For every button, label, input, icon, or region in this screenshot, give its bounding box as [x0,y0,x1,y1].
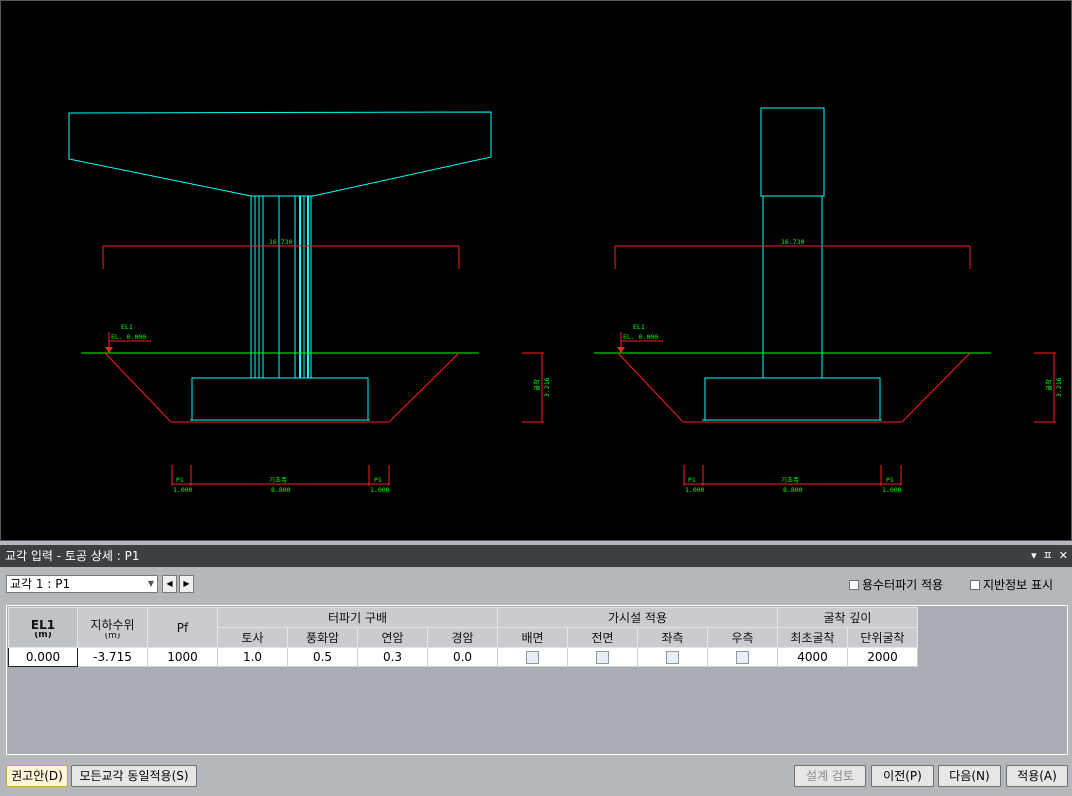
pier-column-right [762,196,823,378]
dim-p1-right-a: P1 [688,476,696,484]
cell-gwl[interactable]: -3.715 [77,647,148,667]
header-el1-text: EL1 [30,617,56,632]
dim-p1-left-a: P1 [176,476,184,484]
header-unit-depth[interactable]: 단위굴착 [847,627,918,648]
nav-prev-button[interactable]: ◀ [162,575,177,593]
el-label-left: EL1 [121,323,133,331]
pier-column-left [250,196,312,378]
chevron-down-icon: ▼ [147,579,154,588]
cell-back[interactable] [497,647,568,667]
dim-footing-left-val: 8.800 [271,486,291,494]
footing-right [704,377,881,421]
cell-soil[interactable]: 1.0 [217,647,288,667]
header-back[interactable]: 배면 [497,627,568,648]
dim-width-right [614,245,971,269]
cell-soft-rock[interactable]: 0.3 [357,647,428,667]
header-front[interactable]: 전면 [567,627,638,648]
ground-info-checkbox-row[interactable]: 지반정보 표시 [970,576,1053,593]
dim-depth-right-sub: 굴착 [1045,379,1053,391]
dim-p1-right-a-val: 1.000 [685,486,705,494]
el-value-right: EL. 0.000 [623,333,658,341]
header-pf[interactable]: Pf [147,607,218,648]
header-left[interactable]: 좌측 [637,627,708,648]
pier-cap-left [68,111,492,197]
cell-left[interactable] [637,647,708,667]
header-right[interactable]: 우측 [707,627,778,648]
dim-width-left-text: 16.730 [269,238,293,246]
panel-controls: ▾ ㅍ ✕ [1031,545,1068,567]
header-el1[interactable]: EL1 (m) [8,607,78,648]
dim-footing-left: 기초폭 [269,475,287,484]
dim-p1-left-a-val: 1.000 [173,486,193,494]
earthwork-grid: EL1 (m) 지하수위 (m) Pf 터파기 구배 가시설 적용 굴착 깊이 … [8,607,918,667]
dim-depth-left-text: 3.216 [543,377,551,397]
dim-depth-right-text: 3.216 [1055,377,1063,397]
panel-title-bar: 교각 입력 - 토공 상세 : P1 ▾ ㅍ ✕ [0,545,1072,567]
dim-p1-left-b: P1 [374,476,382,484]
dim-p1-left-b-val: 1.000 [370,486,390,494]
design-check-button[interactable]: 설계 검토 [794,765,866,787]
table-row: 0.000 -3.715 1000 1.0 0.5 0.3 0.0 4000 2… [8,647,918,667]
dim-footing-right: 기초폭 [781,475,799,484]
data-grid-area: EL1 (m) 지하수위 (m) Pf 터파기 구배 가시설 적용 굴착 깊이 … [6,605,1068,755]
panel-close-icon[interactable]: ✕ [1059,545,1068,567]
water-excavation-checkbox[interactable] [849,579,859,590]
header-weathered[interactable]: 풍화암 [287,627,358,648]
panel-dropdown-icon[interactable]: ▾ [1031,545,1037,567]
header-soft-rock[interactable]: 연암 [357,627,428,648]
drawing-viewport[interactable]: 16.730 EL1 EL. 0.000 P1 1.000 기초폭 8.800 … [0,0,1072,541]
header-gwl[interactable]: 지하수위 (m) [77,607,148,648]
panel-body: 교각 1 : P1 ▼ ◀ ▶ 용수터파기 적용 지반정보 표시 EL1 (m) [0,567,1072,796]
cell-unit-depth[interactable]: 2000 [847,647,918,667]
cad-drawing: 16.730 EL1 EL. 0.000 P1 1.000 기초폭 8.800 … [68,107,1063,494]
cell-pf[interactable]: 1000 [147,647,218,667]
header-temp-group: 가시설 적용 [497,607,778,628]
ground-info-label: 지반정보 표시 [983,578,1054,592]
header-el1-unit: (m) [34,631,52,638]
recommend-button[interactable]: 권고안(D) [6,765,68,787]
cell-weathered[interactable]: 0.5 [287,647,358,667]
cell-front[interactable] [567,647,638,667]
dim-depth-left-sub: 굴착 [533,379,541,391]
el-value-left: EL. 0.000 [111,333,146,341]
water-excavation-label: 용수터파기 적용 [862,578,944,592]
panel-pin-icon[interactable]: ㅍ [1043,545,1053,567]
footing-left [191,377,369,421]
water-excavation-checkbox-row[interactable]: 용수터파기 적용 [849,576,943,593]
excavation-right [617,352,971,423]
bridge-select-value: 교각 1 : P1 [10,577,71,591]
back-checkbox[interactable] [526,651,539,664]
cell-min-depth[interactable]: 4000 [777,647,848,667]
cell-el1[interactable]: 0.000 [8,647,78,667]
dim-width-left [102,245,460,269]
header-hard-rock[interactable]: 경암 [427,627,498,648]
dim-p1-right-b-val: 1.000 [882,486,902,494]
apply-all-button[interactable]: 모든교각 동일적용(S) [71,765,197,787]
header-gwl-unit: (m) [104,633,121,639]
dim-p1-right-b: P1 [886,476,894,484]
dim-footing-right-val: 8.800 [783,486,803,494]
el-label-right: EL1 [633,323,645,331]
header-gwl-text: 지하수위 [90,618,135,632]
header-slope-group: 터파기 구배 [217,607,498,628]
ground-info-checkbox[interactable] [970,579,980,590]
apply-button[interactable]: 적용(A) [1006,765,1068,787]
prev-button[interactable]: 이전(P) [871,765,934,787]
left-checkbox[interactable] [666,651,679,664]
right-checkbox[interactable] [736,651,749,664]
nav-next-button[interactable]: ▶ [179,575,194,593]
header-depth-group: 굴착 깊이 [777,607,918,628]
cell-hard-rock[interactable]: 0.0 [427,647,498,667]
panel-title: 교각 입력 - 토공 상세 : P1 [5,549,140,563]
excavation-left [104,352,460,423]
dim-width-right-text: 16.730 [781,238,805,246]
pier-cap-right [760,107,825,197]
header-min-depth[interactable]: 최초굴착 [777,627,848,648]
bridge-select[interactable]: 교각 1 : P1 ▼ [6,575,158,593]
front-checkbox[interactable] [596,651,609,664]
header-soil[interactable]: 토사 [217,627,288,648]
cell-right[interactable] [707,647,778,667]
next-button[interactable]: 다음(N) [938,765,1001,787]
